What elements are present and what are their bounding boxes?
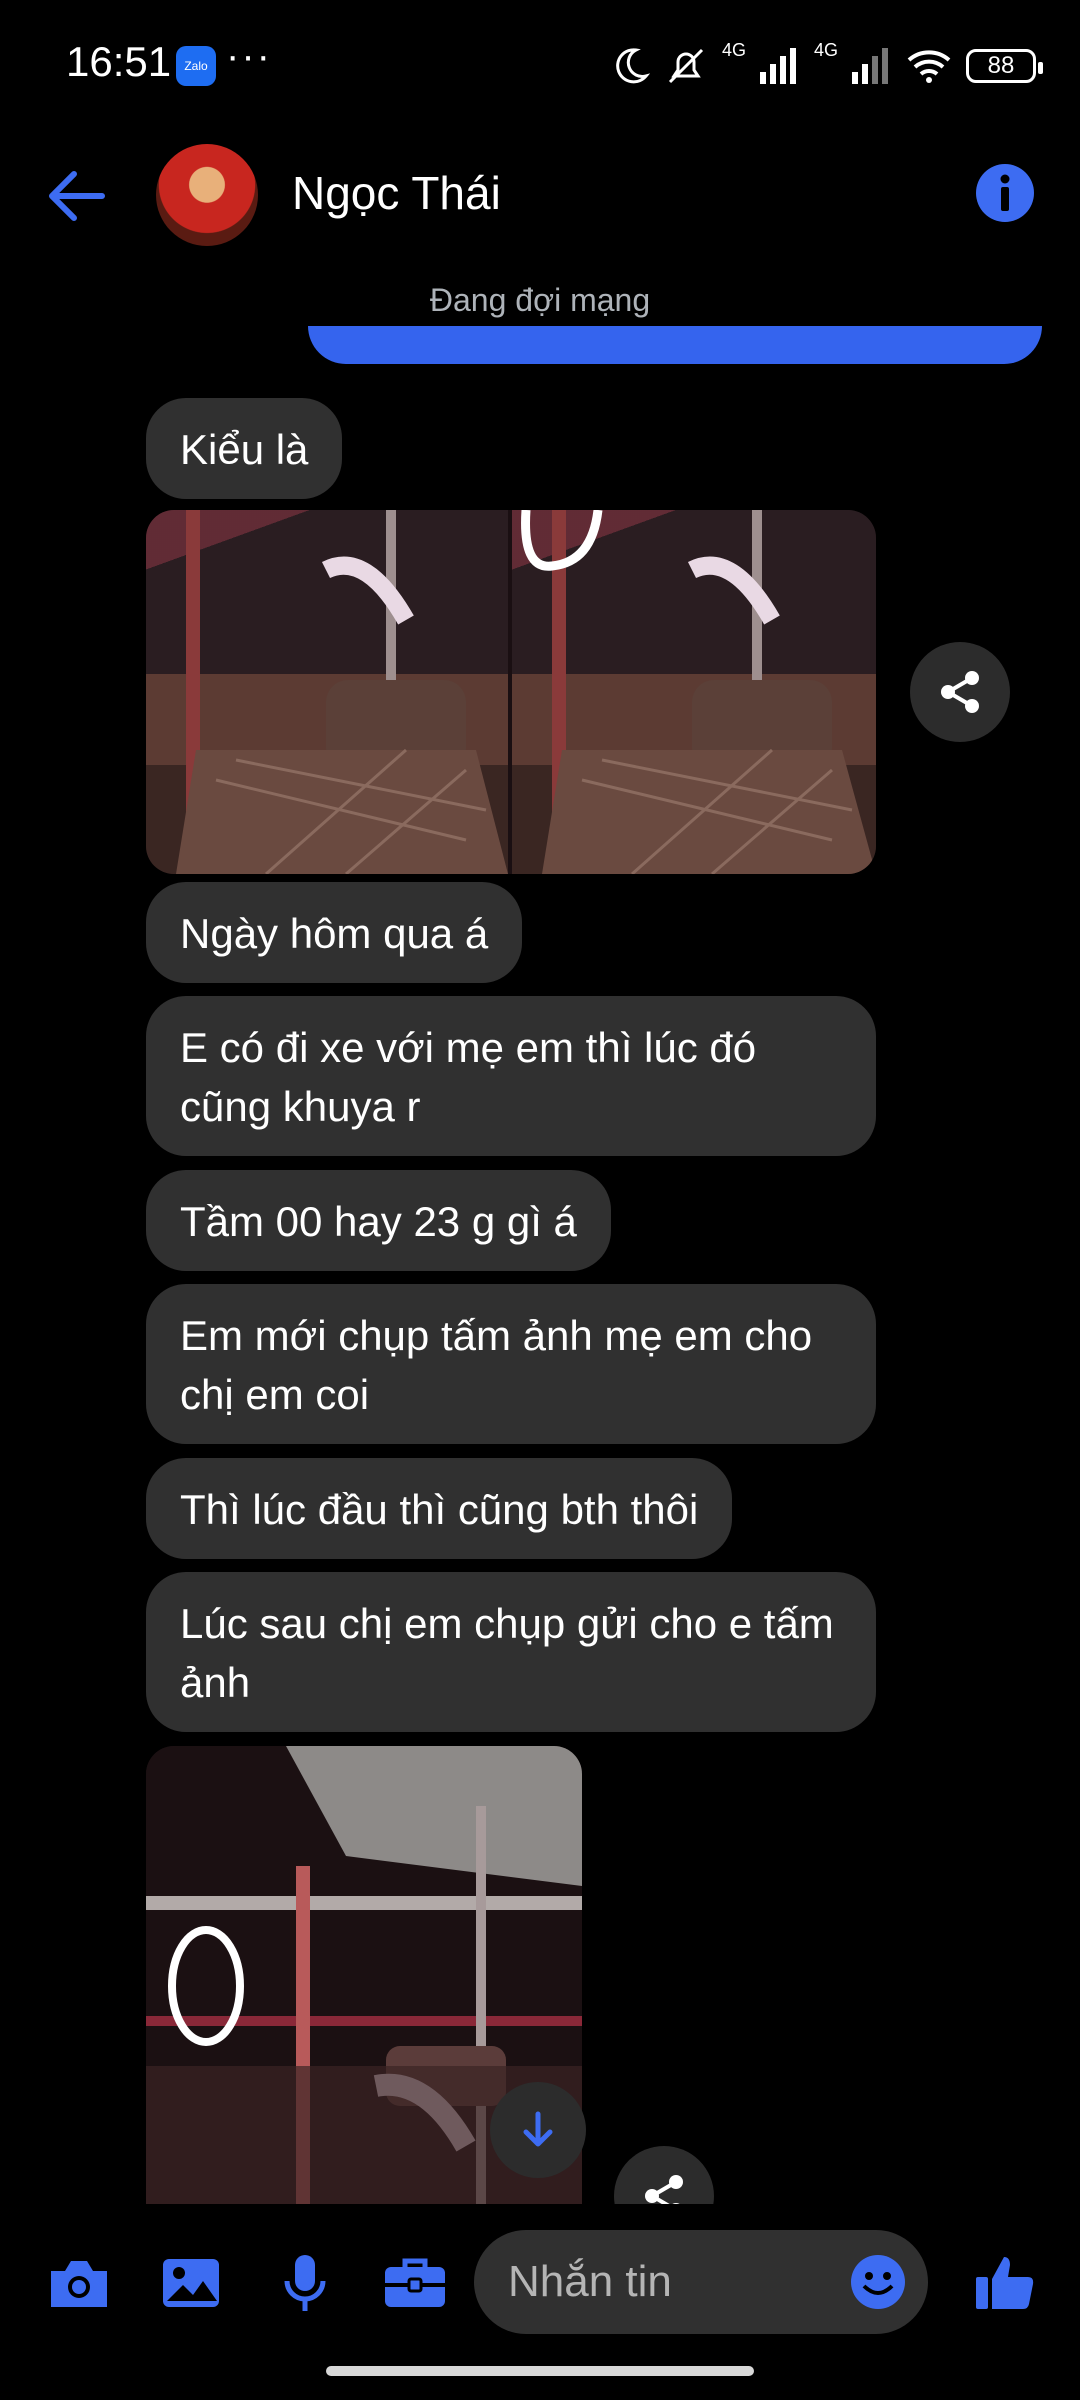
back-button[interactable] — [46, 168, 108, 224]
message-text: Lúc sau chị em chụp gửi cho e tấm ảnh — [180, 1600, 834, 1706]
mute-bell-icon — [668, 48, 704, 84]
status-time: 16:51 — [66, 38, 172, 85]
message-bubble[interactable]: Kiểu là — [146, 398, 343, 499]
home-indicator — [326, 2366, 754, 2376]
briefcase-icon — [385, 2258, 445, 2307]
gallery-button[interactable] — [156, 2248, 226, 2318]
info-icon — [1000, 174, 1010, 211]
message-bubble[interactable]: Thì lúc đầu thì cũng bth thôi — [146, 1458, 733, 1559]
image-pane — [146, 510, 508, 874]
back-arrow-icon — [49, 171, 105, 221]
microphone-button[interactable] — [270, 2248, 340, 2318]
status-bar: 16:51 Zalo ··· 4G 4G 88 — [0, 0, 1080, 130]
overflow-dots: ··· — [226, 34, 272, 78]
message-input[interactable] — [506, 2248, 810, 2316]
battery-icon: 88 — [966, 49, 1043, 83]
message-text: Tầm 00 hay 23 g gì á — [180, 1198, 577, 1245]
emoji-icon[interactable] — [850, 2254, 906, 2310]
network-type-1: 4G — [721, 40, 746, 60]
arrow-down-icon — [523, 2111, 553, 2147]
sent-message-bubble[interactable] — [308, 326, 1042, 364]
message-text: E có đi xe với mẹ em thì lúc đó cũng khu… — [180, 1024, 757, 1130]
scroll-to-bottom-button[interactable] — [490, 2082, 586, 2178]
network-type-2: 4G — [813, 40, 838, 60]
bus-interior-image — [521, 510, 876, 874]
tools-button[interactable] — [380, 2248, 450, 2318]
message-bubble[interactable]: Tầm 00 hay 23 g gì á — [146, 1170, 611, 1271]
chat-header: Ngọc Thái — [0, 130, 1080, 260]
share-button[interactable] — [910, 642, 1010, 742]
gallery-icon — [163, 2259, 219, 2307]
camera-icon — [51, 2261, 107, 2307]
message-text: Thì lúc đầu thì cũng bth thôi — [180, 1486, 699, 1533]
zalo-icon: Zalo — [176, 46, 216, 86]
message-bubble[interactable]: Em mới chụp tấm ảnh mẹ em cho chị em coi — [146, 1284, 876, 1444]
composer-bar — [0, 2204, 1080, 2354]
connection-status: Đang đợi mạng — [429, 282, 651, 318]
avatar[interactable] — [156, 144, 258, 246]
message-text: Em mới chụp tấm ảnh mẹ em cho chị em coi — [180, 1312, 813, 1418]
info-button[interactable] — [976, 164, 1034, 222]
image-attachment[interactable] — [146, 510, 876, 874]
contact-name[interactable]: Ngọc Thái — [292, 166, 501, 220]
wifi-icon — [907, 50, 951, 83]
image-pane — [512, 510, 876, 874]
moon-icon — [616, 48, 650, 84]
share-icon — [941, 671, 979, 713]
message-text: Kiểu là — [180, 426, 309, 473]
message-bubble[interactable]: Ngày hôm qua á — [146, 882, 523, 983]
microphone-icon — [284, 2255, 326, 2311]
message-bubble[interactable]: E có đi xe với mẹ em thì lúc đó cũng khu… — [146, 996, 876, 1156]
message-bubble[interactable]: Lúc sau chị em chụp gửi cho e tấm ảnh — [146, 1572, 876, 1732]
signal-icon — [759, 48, 796, 84]
message-input-box[interactable] — [474, 2230, 928, 2334]
message-text: Ngày hôm qua á — [180, 910, 489, 957]
status-icons: 4G 4G 88 — [610, 40, 1043, 92]
bus-interior-image — [176, 510, 508, 874]
signal-icon-2 — [852, 48, 888, 84]
like-button[interactable] — [970, 2248, 1040, 2318]
camera-button[interactable] — [44, 2248, 114, 2318]
thumbs-up-icon — [976, 2257, 1034, 2309]
